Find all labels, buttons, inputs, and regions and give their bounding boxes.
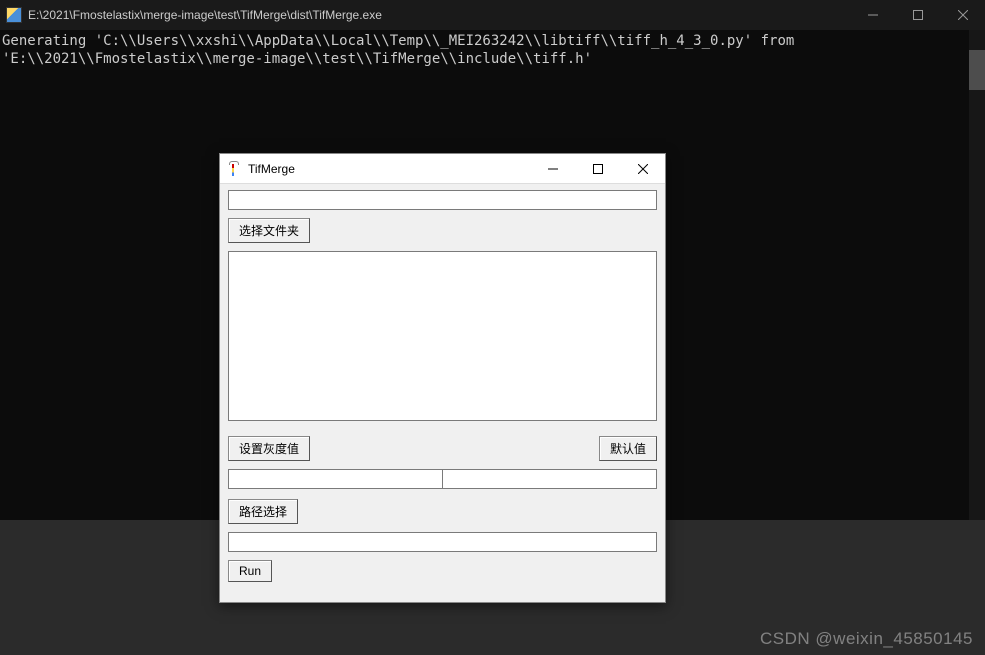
close-button[interactable] (940, 0, 985, 30)
folder-input[interactable] (228, 190, 657, 210)
minimize-button[interactable] (850, 0, 895, 30)
window-controls (850, 0, 985, 30)
dialog-body: 选择文件夹 设置灰度值 默认值 路径选择 Run (220, 184, 665, 602)
run-button[interactable]: Run (228, 560, 272, 582)
dialog-title: TifMerge (248, 162, 530, 176)
gray-value-right-input[interactable] (442, 469, 657, 489)
maximize-button[interactable] (895, 0, 940, 30)
file-list-textarea[interactable] (228, 251, 657, 421)
tk-feather-icon (226, 161, 242, 177)
gray-value-left-input[interactable] (228, 469, 442, 489)
select-folder-button[interactable]: 选择文件夹 (228, 218, 310, 243)
dialog-maximize-button[interactable] (575, 154, 620, 184)
console-title: E:\2021\Fmostelastix\merge-image\test\Ti… (28, 8, 850, 22)
scrollbar[interactable] (969, 30, 985, 520)
console-titlebar[interactable]: E:\2021\Fmostelastix\merge-image\test\Ti… (0, 0, 985, 30)
path-input[interactable] (228, 532, 657, 552)
tifmerge-dialog: TifMerge 选择文件夹 设置灰度值 默认值 路径选择 (219, 153, 666, 603)
set-gray-button[interactable]: 设置灰度值 (228, 436, 310, 461)
path-select-button[interactable]: 路径选择 (228, 499, 298, 524)
default-value-button[interactable]: 默认值 (599, 436, 657, 461)
dialog-titlebar[interactable]: TifMerge (220, 154, 665, 184)
scrollbar-thumb[interactable] (969, 50, 985, 90)
dialog-window-controls (530, 154, 665, 184)
dialog-minimize-button[interactable] (530, 154, 575, 184)
app-icon (6, 7, 22, 23)
dialog-close-button[interactable] (620, 154, 665, 184)
watermark: CSDN @weixin_45850145 (760, 629, 973, 649)
